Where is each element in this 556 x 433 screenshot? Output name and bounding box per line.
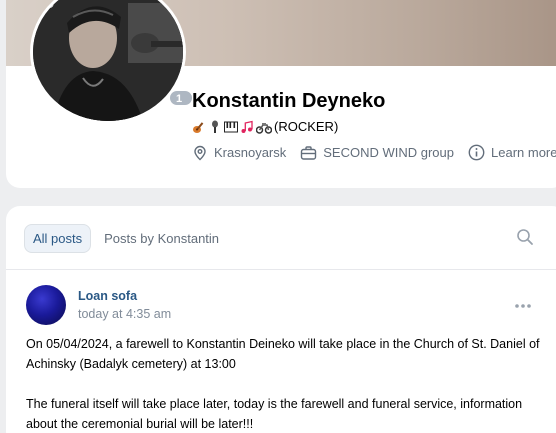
more-options-icon[interactable] [514,303,532,309]
avatar-photo [33,0,183,121]
microphone-emoji [212,120,218,133]
learn-more-label: Learn more [491,145,556,160]
profile-city-label: Krasnoyarsk [214,145,287,160]
post-paragraph: The funeral itself will take place later… [26,397,523,431]
profile-avatar-frame[interactable]: 1 m [30,0,194,124]
profile-work[interactable]: SECOND WIND group [300,145,454,161]
tab-posts-by-owner[interactable]: Posts by Konstantin [95,224,228,253]
profile-meta: Krasnoyarsk SECOND WIND group Learn more [192,144,556,161]
briefcase-icon [301,145,317,160]
online-status-badge: 1 m [168,89,194,119]
wall-card: All posts Posts by Konstantin Loan sofa … [6,206,556,433]
location-pin-icon [194,145,206,160]
profile-status: (ROCKER) [192,119,338,134]
wall-tabs: All posts Posts by Konstantin [24,224,232,253]
post-text: On 05/04/2024, a farewell to Konstantin … [26,334,546,433]
guitar-emoji [193,121,204,133]
learn-more-link[interactable]: Learn more [468,144,556,161]
profile-name: Konstantin Deyneko [192,90,386,112]
piano-emoji [224,121,238,132]
tab-all-posts[interactable]: All posts [24,224,92,253]
music-notes-emoji [241,120,253,133]
profile-city[interactable]: Krasnoyarsk [192,145,286,161]
profile-status-text: (ROCKER) [274,119,339,134]
motorcycle-emoji [256,122,272,134]
post-author-avatar[interactable] [26,285,66,325]
divider [6,269,556,270]
search-icon[interactable] [516,228,534,246]
profile-avatar[interactable] [33,0,183,121]
post-paragraph: On 05/04/2024, a farewell to Konstantin … [26,337,540,371]
post-timestamp[interactable]: today at 4:35 am [78,307,171,321]
profile-work-label: SECOND WIND group [323,145,454,160]
lock-icon [34,0,54,9]
post-author-name[interactable]: Loan sofa [78,289,137,303]
info-icon [468,144,485,161]
profile-header-card: 1 m Konstantin Deyneko (ROCKER) Krasnoya… [6,0,556,188]
